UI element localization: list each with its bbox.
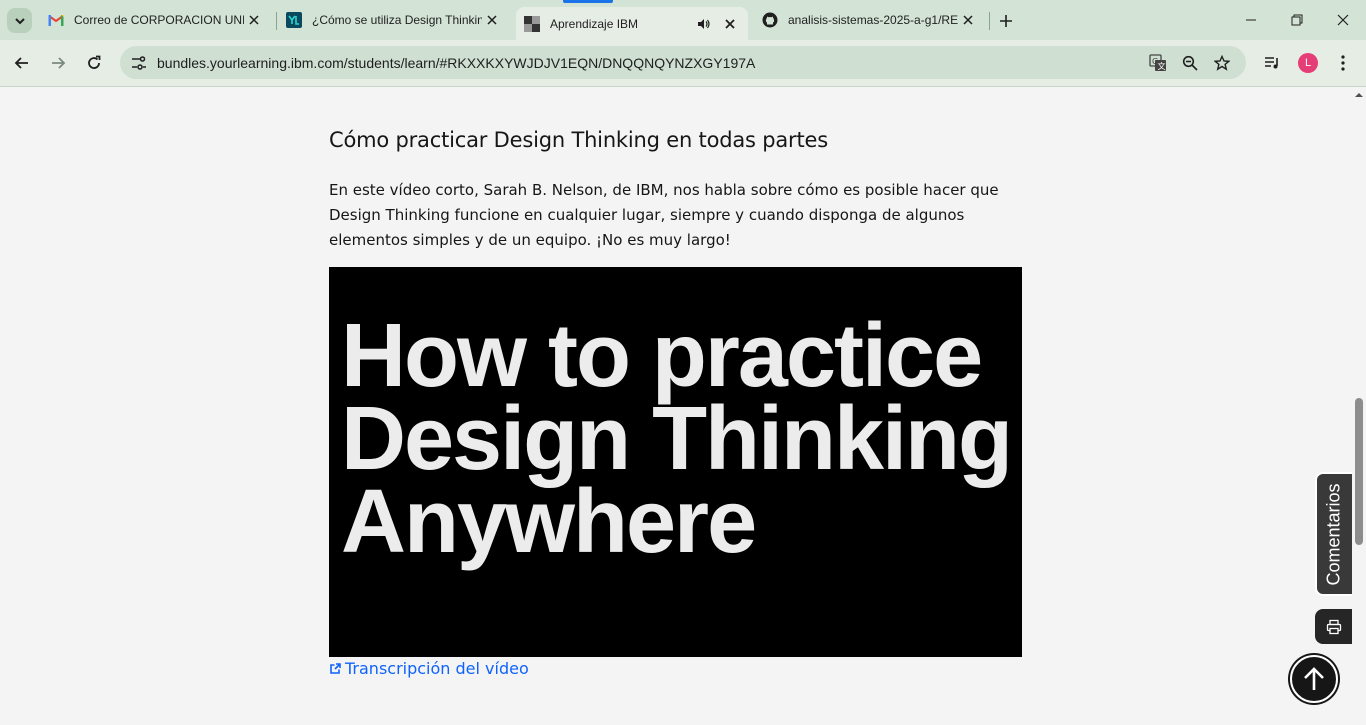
transcript-link[interactable]: Transcripción del vídeo [329,659,529,678]
profile-avatar[interactable]: L [1298,53,1318,73]
audio-playing-indicator [563,0,613,3]
video-player[interactable]: How to practice Design Thinking Anywhere [329,267,1022,657]
forward-button[interactable] [44,49,72,77]
video-title-line: Design Thinking [341,389,1013,489]
video-title-line: Anywhere [341,472,757,572]
external-link-icon [329,663,341,675]
new-tab-button[interactable] [994,9,1018,33]
minimize-button[interactable] [1228,0,1274,40]
scroll-up-arrow-icon[interactable] [1355,91,1363,99]
address-bar[interactable]: bundles.yourlearning.ibm.com/students/le… [120,46,1246,79]
back-to-top-button[interactable] [1290,655,1338,703]
tab-title: Correo de CORPORACION UNIV [74,13,244,27]
ibm-grid-icon [524,15,540,32]
close-icon[interactable] [482,10,502,30]
section-description: En este vídeo corto, Sarah B. Nelson, de… [329,181,999,249]
tab-search-button[interactable] [7,8,32,33]
yourlearning-icon [286,12,302,28]
page-content: Cómo practicar Design Thinking en todas … [0,88,1352,725]
tab-title: Aprendizaje IBM [550,16,639,31]
back-button[interactable] [8,49,36,77]
browser-tab-yourlearning[interactable]: ¿Cómo se utiliza Design Thinkin [278,0,510,40]
arrow-left-icon [14,57,28,69]
github-icon [762,12,778,28]
tab-separator [276,12,277,30]
gmail-icon [48,12,64,28]
reload-button[interactable] [80,49,108,77]
comments-button[interactable]: Comentarios [1315,472,1352,596]
site-info-icon[interactable] [126,50,152,76]
speaker-icon[interactable] [694,14,714,34]
arrow-right-icon [52,57,66,69]
transcript-link-label: Transcripción del vídeo [345,659,529,678]
print-button[interactable] [1315,609,1352,644]
comments-label: Comentarios [1324,482,1345,586]
close-icon[interactable] [720,14,740,34]
browser-tab-gmail[interactable]: Correo de CORPORACION UNIV [40,0,272,40]
close-window-button[interactable] [1320,0,1366,40]
media-controls-icon[interactable] [1258,49,1286,77]
minimize-icon [1246,19,1256,21]
restore-icon [1291,14,1303,26]
tab-strip: Correo de CORPORACION UNIV ¿Cómo se util… [0,0,1366,40]
browser-tab-ibm[interactable]: Aprendizaje IBM [516,7,748,40]
close-icon[interactable] [958,10,978,30]
browser-toolbar: bundles.yourlearning.ibm.com/students/le… [0,40,1366,87]
scrollbar-thumb[interactable] [1355,398,1363,545]
page-scrollbar[interactable] [1352,88,1366,725]
tab-title: ¿Cómo se utiliza Design Thinkin [312,13,482,27]
tab-title: analisis-sistemas-2025-a-g1/RE [788,13,958,27]
section-heading: Cómo practicar Design Thinking en todas … [329,128,828,152]
close-icon [1337,14,1349,26]
kebab-menu-icon[interactable] [1329,49,1357,77]
close-icon[interactable] [244,10,264,30]
svg-text:文: 文 [1158,61,1166,71]
video-title-line: How to practice [341,306,983,406]
tab-separator [989,12,990,30]
printer-icon [1326,619,1341,634]
browser-tab-github[interactable]: analisis-sistemas-2025-a-g1/RE [754,0,986,40]
arrow-up-icon [1304,667,1324,690]
url-text: bundles.yourlearning.ibm.com/students/le… [157,55,756,71]
translate-icon[interactable]: G文 [1145,50,1171,76]
reload-icon [88,55,101,69]
zoom-icon[interactable] [1177,50,1203,76]
restore-button[interactable] [1274,0,1320,40]
bookmark-star-icon[interactable] [1209,50,1235,76]
chevron-down-icon [14,17,25,24]
plus-icon [1000,15,1012,27]
